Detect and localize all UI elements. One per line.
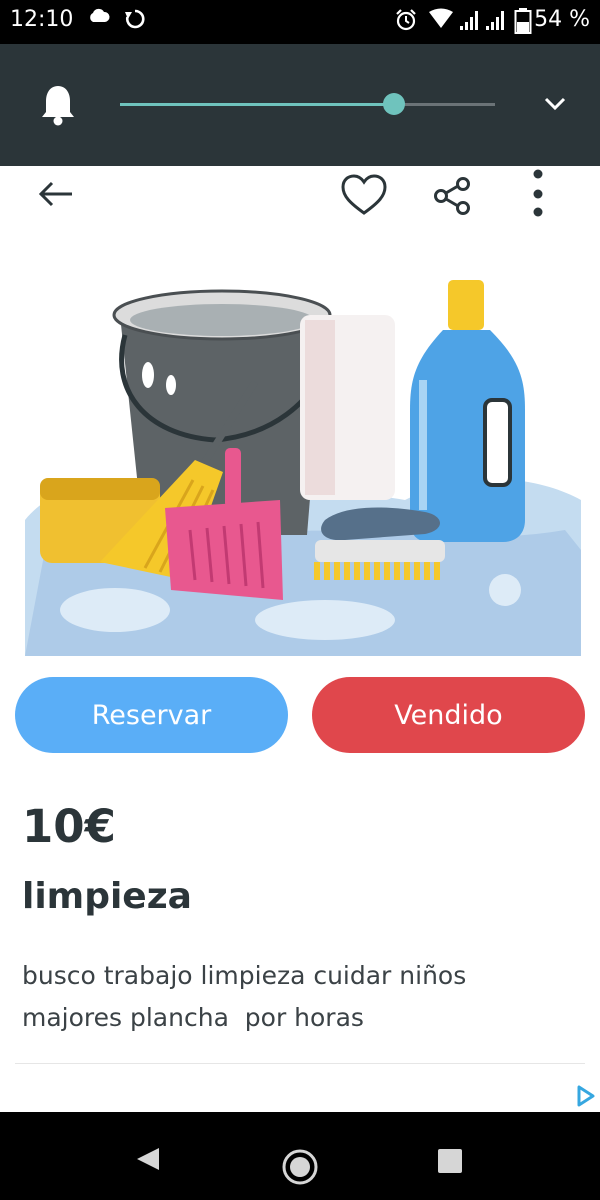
alarm-icon <box>396 9 416 31</box>
system-navigation-bar <box>0 1112 600 1200</box>
product-image[interactable] <box>25 250 581 656</box>
volume-panel <box>0 44 600 166</box>
app-toolbar <box>0 166 600 226</box>
status-time: 12:10 <box>10 7 74 32</box>
product-price: 10€ <box>22 800 116 853</box>
nav-recent-apps-icon[interactable] <box>437 1148 463 1174</box>
signal-icon <box>460 11 504 30</box>
share-icon[interactable] <box>432 176 474 216</box>
heart-icon[interactable] <box>340 174 388 216</box>
reserve-button[interactable]: Reservar <box>15 677 288 753</box>
battery-icon <box>514 8 532 34</box>
nav-back-icon[interactable] <box>135 1146 161 1172</box>
divider <box>15 1063 585 1064</box>
volume-slider-thumb[interactable] <box>382 93 405 115</box>
product-title: limpieza <box>22 876 192 917</box>
sold-button[interactable]: Vendido <box>312 677 585 753</box>
wifi-icon <box>429 8 453 28</box>
bell-icon[interactable] <box>40 84 76 126</box>
more-options-icon[interactable] <box>528 166 548 222</box>
cloud-icon <box>90 8 110 22</box>
volume-slider-fill <box>120 103 394 106</box>
volume-slider[interactable] <box>120 93 495 115</box>
status-bar: 12:10 54 % <box>0 0 600 44</box>
nav-home-icon[interactable] <box>281 1148 319 1186</box>
chevron-down-icon[interactable] <box>543 96 567 112</box>
ad-choices-icon[interactable] <box>575 1085 597 1107</box>
battery-percentage: 54 % <box>534 7 590 32</box>
product-description: busco trabajo limpieza cuidar niños majo… <box>22 961 467 1032</box>
sync-icon <box>125 9 145 29</box>
back-arrow-icon[interactable] <box>36 178 76 210</box>
